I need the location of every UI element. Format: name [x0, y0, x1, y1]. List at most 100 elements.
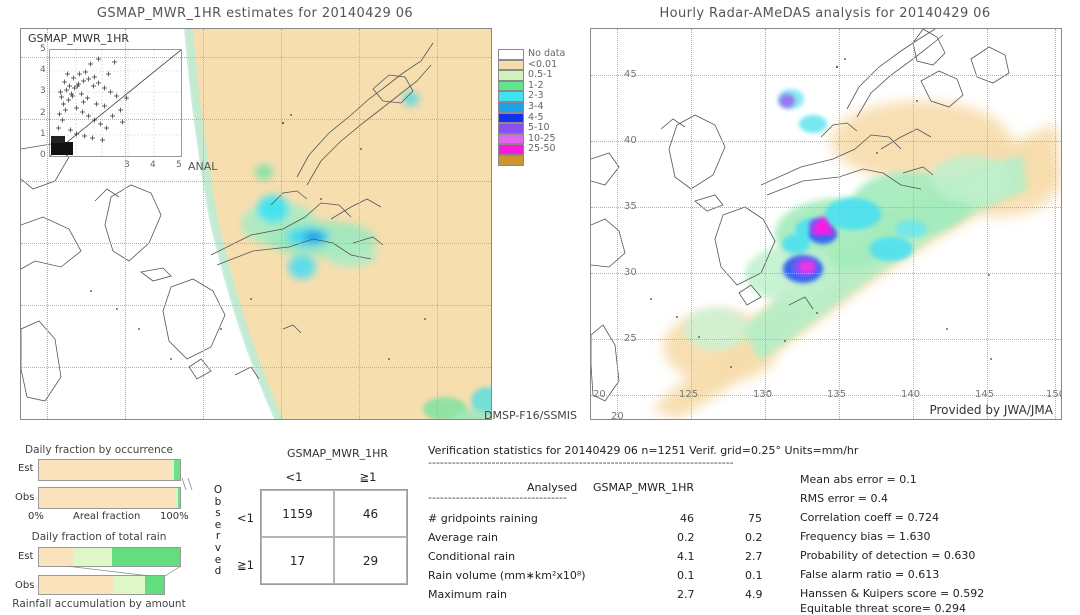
lon-tick: 135 [827, 389, 847, 400]
legend-swatch [498, 123, 524, 134]
bar-segment [114, 576, 146, 594]
score-equitable-threat: Equitable threat score= 0.294 [800, 602, 966, 615]
score-false-alarm-ratio: False alarm ratio = 0.613 [800, 568, 940, 581]
right-map-canvas [591, 29, 1061, 419]
bar-segment [112, 548, 180, 566]
stats-row-label: Average rain [428, 531, 498, 544]
legend-swatch [498, 80, 524, 92]
stats-row-label: Conditional rain [428, 550, 516, 563]
grid-line [21, 305, 491, 306]
grid-line [591, 207, 1061, 208]
grid-line [591, 339, 1061, 340]
grid-line [839, 29, 840, 419]
total-rain-est-label: Est [18, 551, 34, 562]
occurrence-axis-label: Areal fraction [73, 511, 141, 522]
grid-line [617, 29, 618, 419]
stats-row-estimate: 4.9 [745, 588, 763, 601]
lat-tick: 40 [624, 135, 637, 146]
inset-y-tick: 2 [40, 108, 46, 118]
bar-segment [72, 548, 113, 566]
lat-tick: 35 [624, 201, 637, 212]
grid-line [591, 273, 1061, 274]
stats-row-estimate: 75 [748, 512, 762, 525]
grid-line [987, 29, 988, 419]
table-cell: 29 [334, 537, 407, 584]
legend-swatch [498, 49, 524, 60]
legend-row: 3-4 [498, 100, 565, 113]
stats-row-estimate: 0.2 [745, 531, 763, 544]
occurrence-axis-min: 0% [28, 511, 44, 522]
contingency-col-header: <1 [285, 470, 303, 484]
stats-row-label: Rain volume (mm∗km²x10⁸) [428, 569, 586, 582]
occurrence-connector [181, 478, 193, 491]
inset-x-tick: 4 [150, 160, 156, 170]
legend-row: 25-50 [498, 144, 565, 155]
legend-row [498, 154, 565, 166]
lon-tick: 150 [1046, 389, 1061, 400]
score-rms-error: RMS error = 0.4 [800, 492, 888, 505]
stats-row-estimate: 0.1 [745, 569, 763, 582]
axis-letter: O [213, 484, 223, 496]
score-hanssen-kuipers: Hanssen & Kuipers score = 0.592 [800, 587, 985, 600]
grid-line [359, 29, 360, 419]
lat-tick: 25 [624, 333, 637, 344]
stats-row-label: # gridpoints raining [428, 512, 538, 525]
legend-swatch [498, 91, 524, 102]
grid-line [913, 29, 914, 419]
inset-y-tick: 1 [40, 129, 46, 139]
contingency-row-header: ≧1 [237, 558, 254, 572]
total-rain-obs-label: Obs [15, 580, 35, 591]
lon-tick: 145 [975, 389, 995, 400]
table-cell: 17 [261, 537, 334, 584]
stats-row-label: Maximum rain [428, 588, 507, 601]
bar-segment [39, 576, 114, 594]
scatter-inset-canvas [50, 50, 181, 156]
contingency-axis-label: O b s e r v e d [212, 484, 224, 578]
bar-segment [39, 548, 73, 566]
legend-swatch [498, 59, 524, 71]
table-cell: 1159 [261, 490, 334, 537]
contingency-col-header: ≧1 [359, 470, 377, 484]
score-probability-of-detection: Probability of detection = 0.630 [800, 549, 976, 562]
legend-swatch [498, 112, 524, 124]
contingency-table: 1159 46 17 29 [260, 489, 408, 585]
stats-row-analysed: 4.1 [677, 550, 695, 563]
legend-swatch [498, 154, 524, 166]
legend-label: 3-4 [528, 100, 544, 112]
lon-tick: 130 [753, 389, 773, 400]
stats-table-divider: ----------------------------------- [428, 491, 567, 504]
lat-corner-tick: 20 [611, 411, 624, 420]
total-rain-est-bar [38, 547, 181, 567]
grid-line [21, 243, 491, 244]
grid-line [691, 29, 692, 419]
inset-x-tick: 5 [176, 160, 182, 170]
axis-letter: d [214, 565, 222, 578]
left-map-xaxis-label: ANAL [188, 160, 218, 173]
bar-segment [39, 488, 176, 508]
total-rain-chart-title: Daily fraction of total rain [31, 531, 167, 543]
occurrence-est-label: Est [18, 463, 34, 474]
occurrence-axis-max: 100% [160, 511, 189, 522]
color-legend: No data <0.01 0.5-1 1-2 2-3 3-4 4-5 5-10… [498, 48, 565, 166]
occurrence-chart-title: Daily fraction by occurrence [25, 444, 173, 456]
stats-row-analysed: 2.7 [677, 588, 695, 601]
scatter-inset[interactable] [49, 49, 182, 157]
occurrence-obs-label: Obs [15, 492, 35, 503]
lon-tick: 125 [679, 389, 699, 400]
lon-tick: 140 [901, 389, 921, 400]
total-rain-obs-bar [38, 575, 165, 595]
stats-row-analysed: 46 [680, 512, 694, 525]
total-rain-chart-caption: Rainfall accumulation by amount [12, 598, 186, 610]
stats-column-header-estimate: GSMAP_MWR_1HR [593, 481, 695, 494]
score-correlation-coeff: Correlation coeff = 0.724 [800, 511, 939, 524]
legend-swatch [498, 144, 524, 155]
legend-swatch [498, 101, 524, 113]
lat-tick: 45 [624, 69, 637, 80]
legend-swatch [498, 133, 524, 145]
lat-tick: 30 [624, 267, 637, 278]
right-map[interactable]: 45 40 35 30 25 20 125 130 135 140 145 15… [590, 28, 1062, 420]
stats-row-analysed: 0.2 [677, 531, 695, 544]
grid-line [1055, 29, 1056, 419]
inset-y-tick: 5 [40, 44, 46, 54]
stats-divider: ----------------------------------------… [428, 456, 734, 469]
